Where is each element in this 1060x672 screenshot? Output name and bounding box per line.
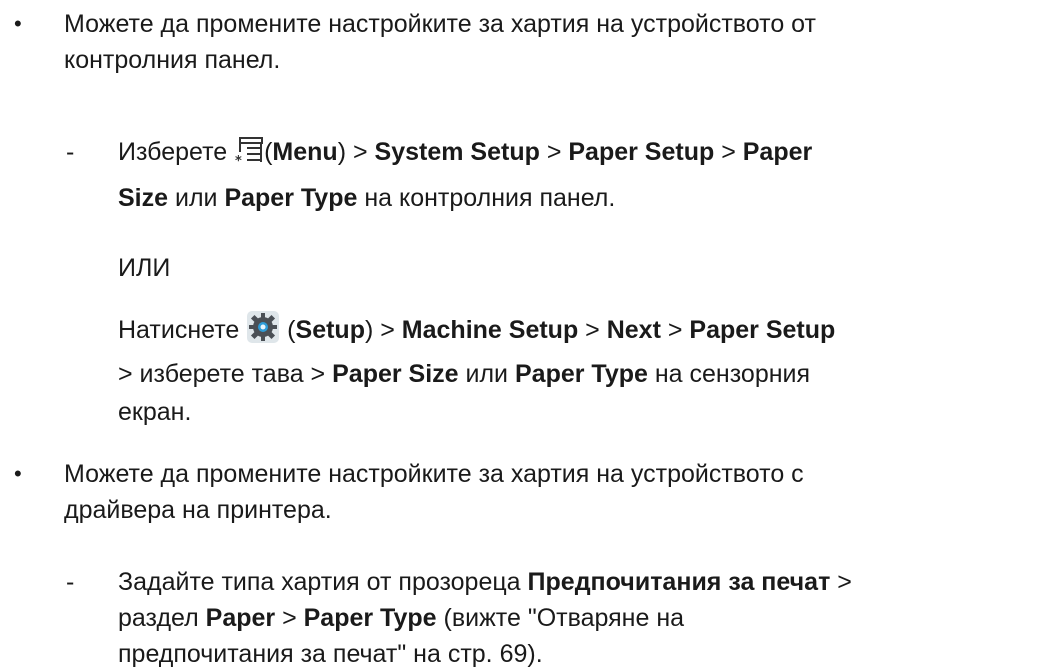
- paper-tab-label: Paper: [205, 604, 276, 632]
- next-label: Next: [606, 316, 661, 344]
- text-segment: >: [714, 138, 743, 166]
- setup-gear-icon: [246, 310, 280, 354]
- text-segment: ) >: [364, 316, 402, 344]
- text-segment: >: [830, 568, 852, 596]
- text-line: екран.: [118, 398, 192, 426]
- menu-label: Menu: [272, 138, 338, 166]
- text-line: предпочитания за печат" на стр. 69).: [118, 640, 543, 668]
- text-line: Изберете * (Menu) > System Setup > Paper…: [118, 134, 1058, 176]
- text-line: раздел Paper > Paper Type (вижте "Отваря…: [118, 600, 1058, 636]
- text-segment: >: [275, 604, 304, 632]
- bullet-marker: •: [14, 461, 22, 486]
- text-segment: >: [660, 316, 690, 344]
- paper-type-label: Paper Type: [514, 360, 648, 388]
- size-label: Size: [118, 184, 169, 212]
- paper-setup-label: Paper Setup: [689, 316, 836, 344]
- text-line: > изберете тава > Paper Size или Paper T…: [118, 356, 1058, 392]
- text-segment: (вижте "Отваряне на: [436, 604, 685, 632]
- text-segment: > изберете тава >: [118, 360, 333, 388]
- text-line: Можете да промените настройките за харти…: [64, 460, 804, 488]
- text-segment: или: [458, 360, 515, 388]
- text-segment: ) >: [337, 138, 375, 166]
- text-line: драйвера на принтера.: [64, 496, 332, 524]
- bullet-text: Можете да промените настройките за харти…: [64, 456, 1054, 528]
- text-segment: Изберете: [118, 138, 235, 166]
- system-setup-label: System Setup: [374, 138, 540, 166]
- machine-setup-label: Machine Setup: [401, 316, 579, 344]
- paper-type-label: Paper Type: [224, 184, 358, 212]
- or-label: ИЛИ: [118, 254, 171, 282]
- text-line: контролния панел.: [64, 46, 281, 74]
- text-line: Size или Paper Type на контролния панел.: [118, 180, 1058, 216]
- paper-size-label: Paper Size: [332, 360, 459, 388]
- sub-item-text: Задайте типа хартия от прозореца Предпоч…: [118, 564, 1058, 672]
- text-segment: раздел: [118, 604, 206, 632]
- sub-item-text: Изберете * (Menu) > System Setup > Paper…: [118, 134, 1058, 216]
- setup-label: Setup: [295, 316, 365, 344]
- text-line: Можете да промените настройките за харти…: [64, 10, 816, 38]
- print-preferences-label: Предпочитания за печат: [527, 568, 831, 596]
- text-segment: или: [168, 184, 225, 212]
- text-segment: >: [539, 138, 569, 166]
- bullet-marker: •: [14, 11, 22, 36]
- svg-text:*: *: [235, 154, 242, 166]
- text-segment: Натиснете: [118, 316, 247, 344]
- text-line: Натиснете (Setup) > Machine Setup > Next…: [118, 310, 1058, 354]
- text-segment: на контролния панел.: [357, 184, 616, 212]
- text-segment: (: [280, 316, 296, 344]
- text-segment: >: [578, 316, 607, 344]
- dash-marker: -: [66, 568, 75, 596]
- dash-marker: -: [66, 138, 75, 166]
- paper-type-label: Paper Type: [303, 604, 437, 632]
- text-line: Задайте типа хартия от прозореца Предпоч…: [118, 564, 1058, 600]
- paper-setup-label: Paper Setup: [568, 138, 715, 166]
- paper-label: Paper: [742, 138, 813, 166]
- text-segment: на сензорния: [647, 360, 811, 388]
- text-segment: Задайте типа хартия от прозореца: [118, 568, 528, 596]
- sub-item-text: Натиснете (Setup) > Machine Setup > Next…: [118, 310, 1058, 430]
- bullet-text: Можете да промените настройките за харти…: [64, 6, 1054, 78]
- menu-icon: *: [234, 136, 264, 176]
